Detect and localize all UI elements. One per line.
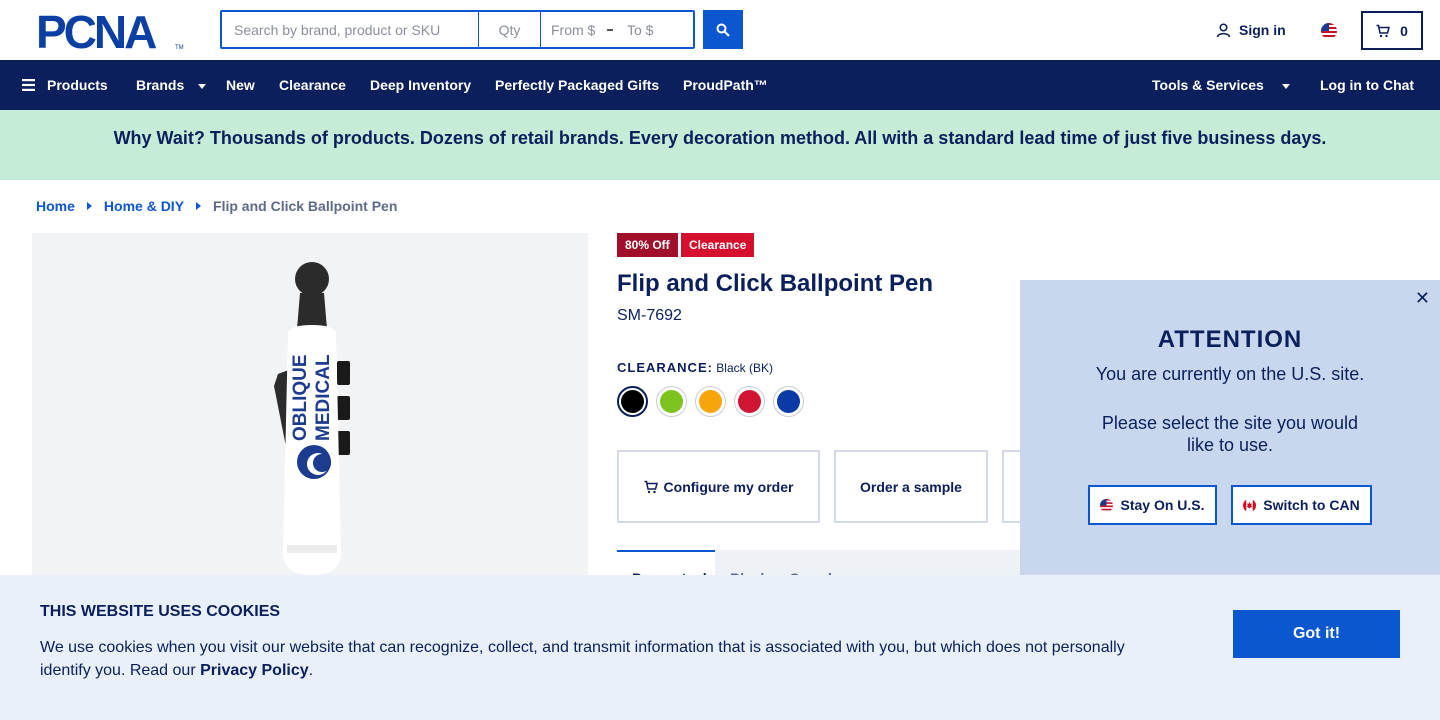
nav-products-label: Products bbox=[47, 77, 108, 93]
chevron-down-icon bbox=[198, 83, 207, 89]
hamburger-icon bbox=[22, 79, 35, 91]
pcna-logo[interactable]: PCNA TM bbox=[36, 6, 186, 58]
switch-can-button[interactable]: Switch to CAN bbox=[1231, 485, 1372, 525]
nav-brands-label: Brands bbox=[136, 77, 185, 93]
cookie-banner: THIS WEBSITE USES COOKIES We use cookies… bbox=[0, 575, 1440, 720]
nav-deep-inventory-label: Deep Inventory bbox=[370, 77, 472, 93]
cart-icon bbox=[1376, 24, 1391, 37]
swatch-orange[interactable] bbox=[695, 386, 726, 417]
nav-new-label: New bbox=[226, 77, 255, 93]
stay-us-label: Stay On U.S. bbox=[1120, 497, 1205, 513]
discount-badge: 80% Off bbox=[617, 233, 678, 257]
breadcrumb-current: Flip and Click Ballpoint Pen bbox=[213, 198, 398, 214]
us-flag-icon[interactable] bbox=[1321, 23, 1337, 39]
nav-proudpath-label: ProudPath™ bbox=[683, 77, 768, 93]
price-range bbox=[541, 12, 693, 47]
clearance-badge: Clearance bbox=[681, 233, 755, 257]
privacy-policy-link[interactable]: Privacy Policy bbox=[200, 662, 309, 679]
breadcrumb-separator-icon bbox=[196, 202, 202, 210]
nav-new[interactable]: New bbox=[226, 60, 255, 110]
breadcrumb: Home Home & DIY Flip and Click Ballpoint… bbox=[36, 198, 397, 214]
breadcrumb-home-diy[interactable]: Home & DIY bbox=[104, 198, 184, 214]
cookie-period: . bbox=[308, 662, 314, 679]
color-label-key: CLEARANCE: bbox=[617, 360, 713, 375]
promo-banner: Why Wait? Thousands of products. Dozens … bbox=[0, 110, 1440, 180]
order-sample-button[interactable]: Order a sample bbox=[834, 450, 988, 523]
us-flag-icon bbox=[1100, 498, 1114, 512]
sign-in-link[interactable]: Sign in bbox=[1216, 22, 1286, 38]
search-icon bbox=[716, 23, 730, 37]
attention-current-site: You are currently on the U.S. site. bbox=[1095, 364, 1365, 384]
cart-count: 0 bbox=[1400, 22, 1408, 39]
swatch-red[interactable] bbox=[734, 386, 765, 417]
price-to-input[interactable] bbox=[627, 21, 683, 38]
search-input[interactable] bbox=[222, 12, 479, 47]
color-label: CLEARANCE: Black (BK) bbox=[617, 360, 773, 375]
swatch-black[interactable] bbox=[617, 386, 648, 417]
switch-can-label: Switch to CAN bbox=[1263, 497, 1360, 513]
chevron-down-icon bbox=[1281, 83, 1290, 89]
imprint-text-2: MEDICAL bbox=[313, 354, 334, 441]
breadcrumb-home[interactable]: Home bbox=[36, 198, 75, 214]
user-icon bbox=[1216, 22, 1231, 37]
cart-icon bbox=[644, 480, 658, 493]
nav-deep-inventory[interactable]: Deep Inventory bbox=[370, 60, 471, 110]
product-title: Flip and Click Ballpoint Pen bbox=[617, 270, 934, 297]
qty-input[interactable] bbox=[479, 12, 541, 47]
logo-text: PCNA bbox=[36, 11, 156, 51]
product-sku: SM-7692 bbox=[617, 307, 682, 324]
close-icon[interactable]: ✕ bbox=[1415, 288, 1430, 309]
order-sample-label: Order a sample bbox=[860, 478, 962, 495]
nav-clearance-label: Clearance bbox=[279, 77, 346, 93]
stay-us-button[interactable]: Stay On U.S. bbox=[1088, 485, 1217, 525]
top-header: PCNA TM Sign in bbox=[0, 0, 1440, 60]
pen-illustration: OBLIQUE MEDICAL bbox=[274, 262, 350, 575]
range-dash bbox=[607, 28, 613, 31]
swatch-blue[interactable] bbox=[773, 386, 804, 417]
got-it-button[interactable]: Got it! bbox=[1233, 610, 1400, 658]
swatch-lime[interactable] bbox=[656, 386, 687, 417]
product-image[interactable]: OBLIQUE MEDICAL bbox=[32, 233, 588, 575]
color-label-value: Black (BK) bbox=[716, 361, 773, 375]
nav-proudpath[interactable]: ProudPath™ bbox=[683, 60, 768, 110]
search-button[interactable] bbox=[703, 10, 743, 49]
nav-packaged-gifts[interactable]: Perfectly Packaged Gifts bbox=[495, 60, 659, 110]
nav-tools-services[interactable]: Tools & Services bbox=[1152, 60, 1290, 110]
cookie-title: THIS WEBSITE USES COOKIES bbox=[40, 603, 281, 620]
configure-order-label: Configure my order bbox=[663, 478, 794, 495]
nav-tools-label: Tools & Services bbox=[1152, 77, 1264, 93]
cookie-text: We use cookies when you visit our websit… bbox=[40, 636, 1150, 682]
attention-instruction: Please select the site you would like to… bbox=[1101, 413, 1359, 455]
sign-in-label: Sign in bbox=[1239, 22, 1286, 38]
price-from-input[interactable] bbox=[551, 21, 607, 38]
site-selector-popup: ✕ ATTENTION You are currently on the U.S… bbox=[1020, 280, 1440, 575]
main-nav: Products Brands New Clearance Deep Inven… bbox=[0, 60, 1440, 110]
cart-button[interactable]: 0 bbox=[1361, 11, 1423, 50]
nav-brands[interactable]: Brands bbox=[136, 60, 207, 110]
nav-clearance[interactable]: Clearance bbox=[279, 60, 346, 110]
search-group bbox=[220, 10, 695, 49]
color-swatches bbox=[617, 386, 804, 417]
configure-order-button[interactable]: Configure my order bbox=[617, 450, 820, 523]
nav-packaged-gifts-label: Perfectly Packaged Gifts bbox=[495, 77, 660, 93]
attention-title: ATTENTION bbox=[1157, 326, 1303, 353]
breadcrumb-separator-icon bbox=[86, 202, 92, 210]
svg-text:TM: TM bbox=[175, 45, 184, 51]
promo-text: Why Wait? Thousands of products. Dozens … bbox=[113, 128, 1327, 148]
imprint-text-1: OBLIQUE bbox=[290, 354, 311, 441]
nav-chat-login[interactable]: Log in to Chat bbox=[1320, 60, 1414, 110]
nav-chat-label: Log in to Chat bbox=[1320, 77, 1415, 93]
nav-products[interactable]: Products bbox=[22, 60, 108, 110]
canada-flag-icon bbox=[1243, 498, 1257, 512]
